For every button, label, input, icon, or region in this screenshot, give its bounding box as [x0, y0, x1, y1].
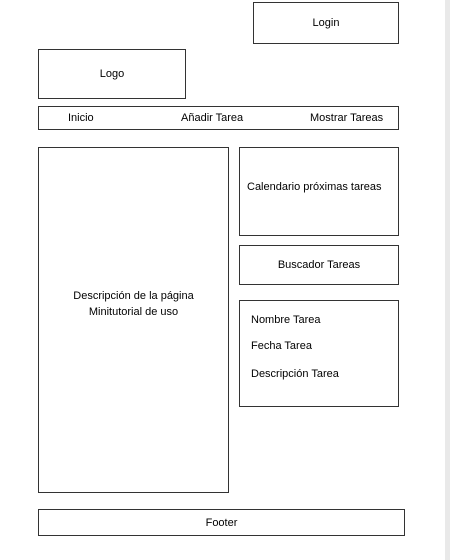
task-search-label: Buscador Tareas [277, 259, 361, 271]
nav-item-inicio[interactable]: Inicio [68, 107, 94, 129]
nav-bar: Inicio Añadir Tarea Mostrar Tareas [38, 106, 399, 130]
task-details-panel: Nombre Tarea Fecha Tarea Descripción Tar… [239, 300, 399, 407]
calendar-label: Calendario próximas tareas [247, 181, 382, 193]
login-button[interactable]: Login [253, 2, 399, 44]
nav-item-anadir-tarea[interactable]: Añadir Tarea [181, 107, 243, 129]
calendar-panel: Calendario próximas tareas [239, 147, 399, 236]
page-edge [445, 0, 450, 560]
task-description-field: Descripción Tarea [251, 368, 339, 380]
description-title: Descripción de la página [73, 290, 194, 302]
task-search-box[interactable]: Buscador Tareas [239, 245, 399, 285]
logo: Logo [38, 49, 186, 99]
task-date-field: Fecha Tarea [251, 340, 312, 352]
logo-label: Logo [99, 68, 125, 80]
description-subtitle: Minitutorial de uso [88, 306, 179, 318]
description-panel: Descripción de la página Minitutorial de… [38, 147, 229, 493]
login-label: Login [312, 17, 340, 29]
task-name-field: Nombre Tarea [251, 314, 321, 326]
footer-label: Footer [205, 516, 238, 529]
footer: Footer [38, 509, 405, 536]
nav-item-mostrar-tareas[interactable]: Mostrar Tareas [310, 107, 383, 129]
